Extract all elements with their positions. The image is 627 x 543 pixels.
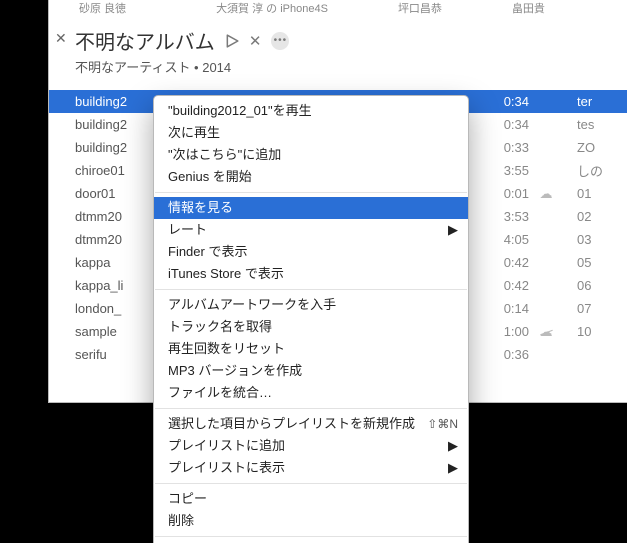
menu-item-start-genius[interactable]: Genius を開始 bbox=[154, 166, 468, 188]
device-tab-bar: 砂原 良徳 大須賀 淳 の iPhone4S 坪口昌恭 畠田貴 bbox=[49, 0, 627, 20]
menu-item-add-up-next[interactable]: "次はこちら"に追加 bbox=[154, 144, 468, 166]
more-icon[interactable]: ••• bbox=[271, 32, 289, 50]
device-tab[interactable]: 畠田貴 bbox=[512, 0, 545, 16]
menu-separator bbox=[155, 289, 467, 290]
menu-item-delete[interactable]: 削除 bbox=[154, 510, 468, 532]
cloud-status-icon: ☁ bbox=[529, 186, 563, 201]
track-duration: 0:34 bbox=[485, 94, 529, 109]
menu-item-get-tracknames[interactable]: トラック名を取得 bbox=[154, 316, 468, 338]
menu-item-play-next[interactable]: 次に再生 bbox=[154, 122, 468, 144]
context-menu: "building2012_01"を再生 次に再生 "次はこちら"に追加 Gen… bbox=[153, 95, 469, 543]
submenu-arrow-icon: ▶ bbox=[448, 437, 458, 455]
menu-item-show-in-store[interactable]: iTunes Store で表示 bbox=[154, 263, 468, 285]
close-icon[interactable]: ✕ bbox=[55, 30, 67, 47]
menu-item-rating[interactable]: レート ▶ bbox=[154, 219, 468, 241]
device-tab[interactable]: 大須賀 淳 の iPhone4S bbox=[216, 0, 328, 16]
cloud-disabled-icon: ☁ bbox=[529, 324, 563, 339]
menu-item-reset-plays[interactable]: 再生回数をリセット bbox=[154, 338, 468, 360]
menu-item-add-to-playlist[interactable]: プレイリストに追加 ▶ bbox=[154, 435, 468, 457]
play-icon[interactable] bbox=[225, 34, 239, 48]
menu-item-get-info[interactable]: 情報を見る bbox=[154, 197, 468, 219]
menu-item-get-artwork[interactable]: アルバムアートワークを入手 bbox=[154, 294, 468, 316]
menu-shortcut: ⇧⌘N bbox=[427, 415, 458, 433]
menu-item-show-in-finder[interactable]: Finder で表示 bbox=[154, 241, 468, 263]
device-tab[interactable]: 坪口昌恭 bbox=[398, 0, 442, 16]
album-subtitle: 不明なアーティスト • 2014 bbox=[75, 57, 627, 76]
menu-item-play[interactable]: "building2012_01"を再生 bbox=[154, 100, 468, 122]
shuffle-icon[interactable]: ✕ bbox=[249, 32, 262, 50]
submenu-arrow-icon: ▶ bbox=[448, 221, 458, 239]
menu-item-consolidate[interactable]: ファイルを統合… bbox=[154, 382, 468, 404]
menu-item-copy[interactable]: コピー bbox=[154, 488, 468, 510]
device-tab[interactable]: 砂原 良徳 bbox=[79, 0, 126, 16]
menu-separator bbox=[155, 408, 467, 409]
track-extra: ter bbox=[563, 94, 627, 109]
menu-separator bbox=[155, 192, 467, 193]
menu-item-create-mp3[interactable]: MP3 バージョンを作成 bbox=[154, 360, 468, 382]
menu-item-show-in-playlist[interactable]: プレイリストに表示 ▶ bbox=[154, 457, 468, 479]
submenu-arrow-icon: ▶ bbox=[448, 459, 458, 477]
menu-separator bbox=[155, 483, 467, 484]
menu-separator bbox=[155, 536, 467, 537]
menu-item-new-playlist[interactable]: 選択した項目からプレイリストを新規作成 ⇧⌘N bbox=[154, 413, 468, 435]
album-title: 不明なアルバム bbox=[75, 26, 215, 55]
